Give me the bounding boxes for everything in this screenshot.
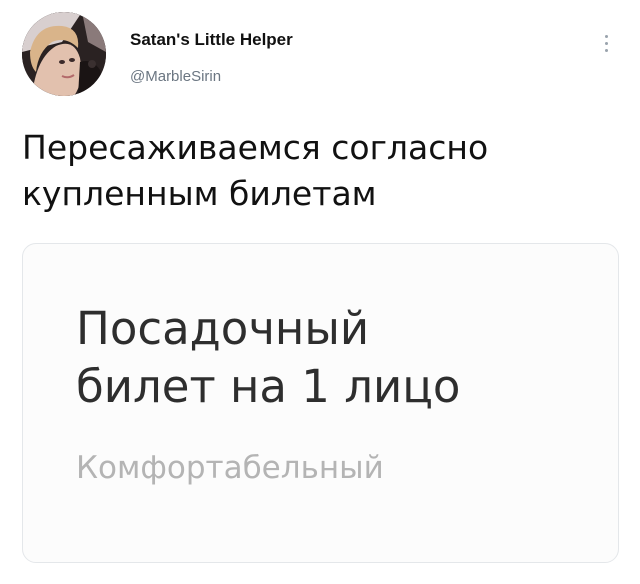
- ticket-title-line: Посадочный: [76, 302, 370, 355]
- media-card[interactable]: Посадочный билет на 1 лицо Комфортабельн…: [22, 243, 619, 563]
- dot: [604, 41, 608, 45]
- more-options-icon[interactable]: [596, 28, 616, 58]
- ticket-title-line: билет на 1 лицо: [76, 360, 461, 413]
- tweet: Satan's Little Helper @MarbleSirin Перес…: [0, 0, 640, 584]
- ticket-class: Комфортабельный: [76, 450, 384, 486]
- author-handle[interactable]: @MarbleSirin: [130, 68, 221, 85]
- avatar[interactable]: [22, 12, 106, 96]
- tweet-text-line: купленным билетам: [22, 174, 377, 213]
- tweet-text: Пересаживаемся согласно купленным билета…: [22, 125, 582, 217]
- author-display-name[interactable]: Satan's Little Helper: [130, 30, 293, 50]
- tweet-text-line: Пересаживаемся согласно: [22, 128, 489, 167]
- dot: [604, 34, 608, 38]
- avatar-image: [22, 12, 106, 96]
- ticket-title: Посадочный билет на 1 лицо: [76, 300, 596, 416]
- dot: [604, 48, 608, 52]
